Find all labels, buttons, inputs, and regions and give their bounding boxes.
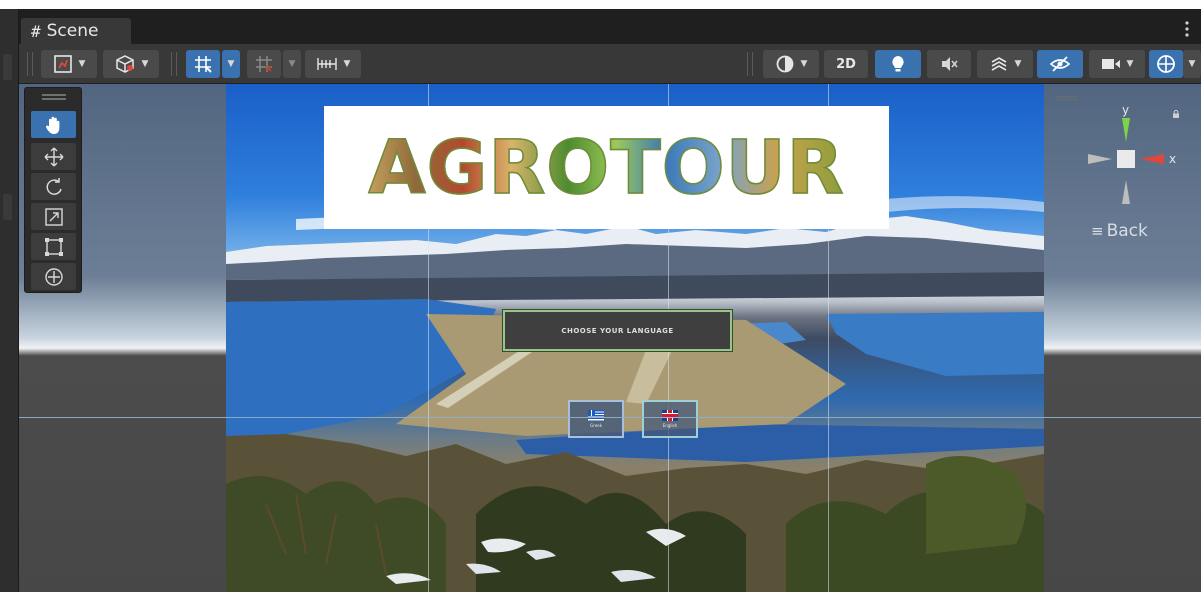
grid-snap-button[interactable] <box>186 50 220 78</box>
hand-tool-button[interactable] <box>31 111 76 138</box>
shading-mode-button[interactable]: ▼ <box>763 50 819 78</box>
greek-language-button[interactable]: Greek <box>568 400 624 438</box>
audio-toggle[interactable] <box>927 50 971 78</box>
rect-tool-button[interactable] <box>31 233 76 260</box>
chevron-down-icon: ▼ <box>227 59 235 69</box>
transform-icon <box>44 267 63 286</box>
horizon-guide <box>19 417 1201 418</box>
choose-language-label: CHOOSE YOUR LANGUAGE <box>561 326 674 335</box>
scene-viewport[interactable]: AGROTOUR CHOOSE YOUR LANGUAGE Greek Engl… <box>19 84 1201 592</box>
render-mode-button[interactable]: ▼ <box>103 50 159 78</box>
hidden-objects-toggle[interactable] <box>1037 50 1083 78</box>
neg-x-axis-cone[interactable] <box>1088 154 1112 164</box>
move-icon <box>44 147 63 166</box>
left-dock-edge <box>0 9 19 592</box>
effects-button[interactable]: ▼ <box>977 50 1033 78</box>
effects-icon <box>991 57 1006 71</box>
more-options-icon[interactable] <box>1185 21 1189 40</box>
orientation-gizmo[interactable]: y x ≡ Back <box>1046 84 1201 304</box>
logo-banner: AGROTOUR <box>324 106 889 229</box>
camera-icon <box>1101 59 1120 69</box>
axis-gizmo-graphic: y x <box>1088 103 1176 204</box>
y-label: y <box>1122 103 1129 117</box>
choose-language-button[interactable]: CHOOSE YOUR LANGUAGE <box>502 309 733 352</box>
hash-icon: # <box>31 21 41 41</box>
rotate-tool-button[interactable] <box>31 173 76 200</box>
transform-tool-button[interactable] <box>31 263 76 290</box>
increment-snap-button[interactable] <box>247 50 281 78</box>
shading-icon <box>776 55 793 73</box>
chevron-down-icon: ▼ <box>1014 59 1022 69</box>
audio-icon <box>942 57 958 71</box>
draw-mode-button[interactable]: ▼ <box>41 50 97 78</box>
toolbar-grip <box>27 52 33 76</box>
gizmos-button[interactable] <box>1149 50 1183 78</box>
dock-handle-lower[interactable] <box>3 194 12 220</box>
gizmos-dropdown[interactable]: ▼ <box>1183 50 1201 78</box>
rect-transform-icon <box>44 237 63 256</box>
toolbar-grip <box>747 52 753 76</box>
uk-flag-icon <box>662 410 678 421</box>
window-top-strip <box>0 0 1201 9</box>
mode-2d-button[interactable]: 2D <box>824 50 868 78</box>
lighting-icon <box>892 56 904 72</box>
chevron-down-icon: ▼ <box>1188 59 1196 69</box>
tab-bar: # Scene <box>19 9 1201 44</box>
x-axis-cone[interactable] <box>1140 154 1164 164</box>
greek-caption: Greek <box>590 423 602 428</box>
gizmo-center-cube[interactable] <box>1117 150 1135 168</box>
grid-snap-dropdown[interactable]: ▼ <box>222 50 240 78</box>
x-label: x <box>1169 152 1176 166</box>
chevron-down-icon: ▼ <box>141 59 149 69</box>
tools-overlay <box>24 87 82 293</box>
hidden-objects-icon <box>1049 56 1071 72</box>
greek-flag-icon <box>588 410 604 421</box>
gizmos-icon <box>1157 55 1175 73</box>
rotate-icon <box>46 177 62 195</box>
grid-snap-icon <box>195 56 212 73</box>
camera-button[interactable]: ▼ <box>1089 50 1145 78</box>
y-axis-cone[interactable] <box>1122 118 1130 142</box>
tab-scene[interactable]: # Scene <box>21 18 131 44</box>
chevron-down-icon: ▼ <box>78 59 86 69</box>
scale-tool-button[interactable] <box>31 203 76 230</box>
chevron-down-icon: ▼ <box>288 59 296 69</box>
mode-2d-label: 2D <box>836 56 856 72</box>
ui-canvas-background: AGROTOUR CHOOSE YOUR LANGUAGE Greek Engl… <box>226 84 1044 592</box>
agrotour-logo: AGROTOUR <box>368 124 845 211</box>
lighting-toggle[interactable] <box>875 50 921 78</box>
increment-snap-icon <box>256 56 272 72</box>
ruler-icon <box>316 58 337 70</box>
chevron-down-icon: ▼ <box>800 59 808 69</box>
draw-mode-icon <box>53 55 72 73</box>
increment-snap-dropdown[interactable]: ▼ <box>283 50 301 78</box>
neg-y-axis-cone[interactable] <box>1122 180 1130 204</box>
overlay-drag-handle[interactable] <box>42 94 66 100</box>
menu-lines-icon: ≡ <box>1091 222 1104 240</box>
tab-scene-label: Scene <box>46 21 99 41</box>
back-label-text: Back <box>1106 221 1148 241</box>
render-mode-icon <box>115 55 134 73</box>
hand-icon <box>45 116 59 134</box>
ruler-button[interactable]: ▼ <box>305 50 361 78</box>
dock-handle[interactable] <box>3 54 12 80</box>
chevron-down-icon: ▼ <box>343 59 351 69</box>
english-language-button[interactable]: English <box>642 400 698 438</box>
scene-toolbar: ▼ ▼ ▼ ▼ ▼ ▼ 2D ▼ ▼ ▼ <box>19 44 1201 84</box>
scale-icon <box>44 207 63 226</box>
move-tool-button[interactable] <box>31 143 76 170</box>
view-back-label[interactable]: ≡ Back <box>1091 221 1148 241</box>
chevron-down-icon: ▼ <box>1126 59 1134 69</box>
english-caption: English <box>662 423 678 428</box>
toolbar-grip <box>171 52 177 76</box>
